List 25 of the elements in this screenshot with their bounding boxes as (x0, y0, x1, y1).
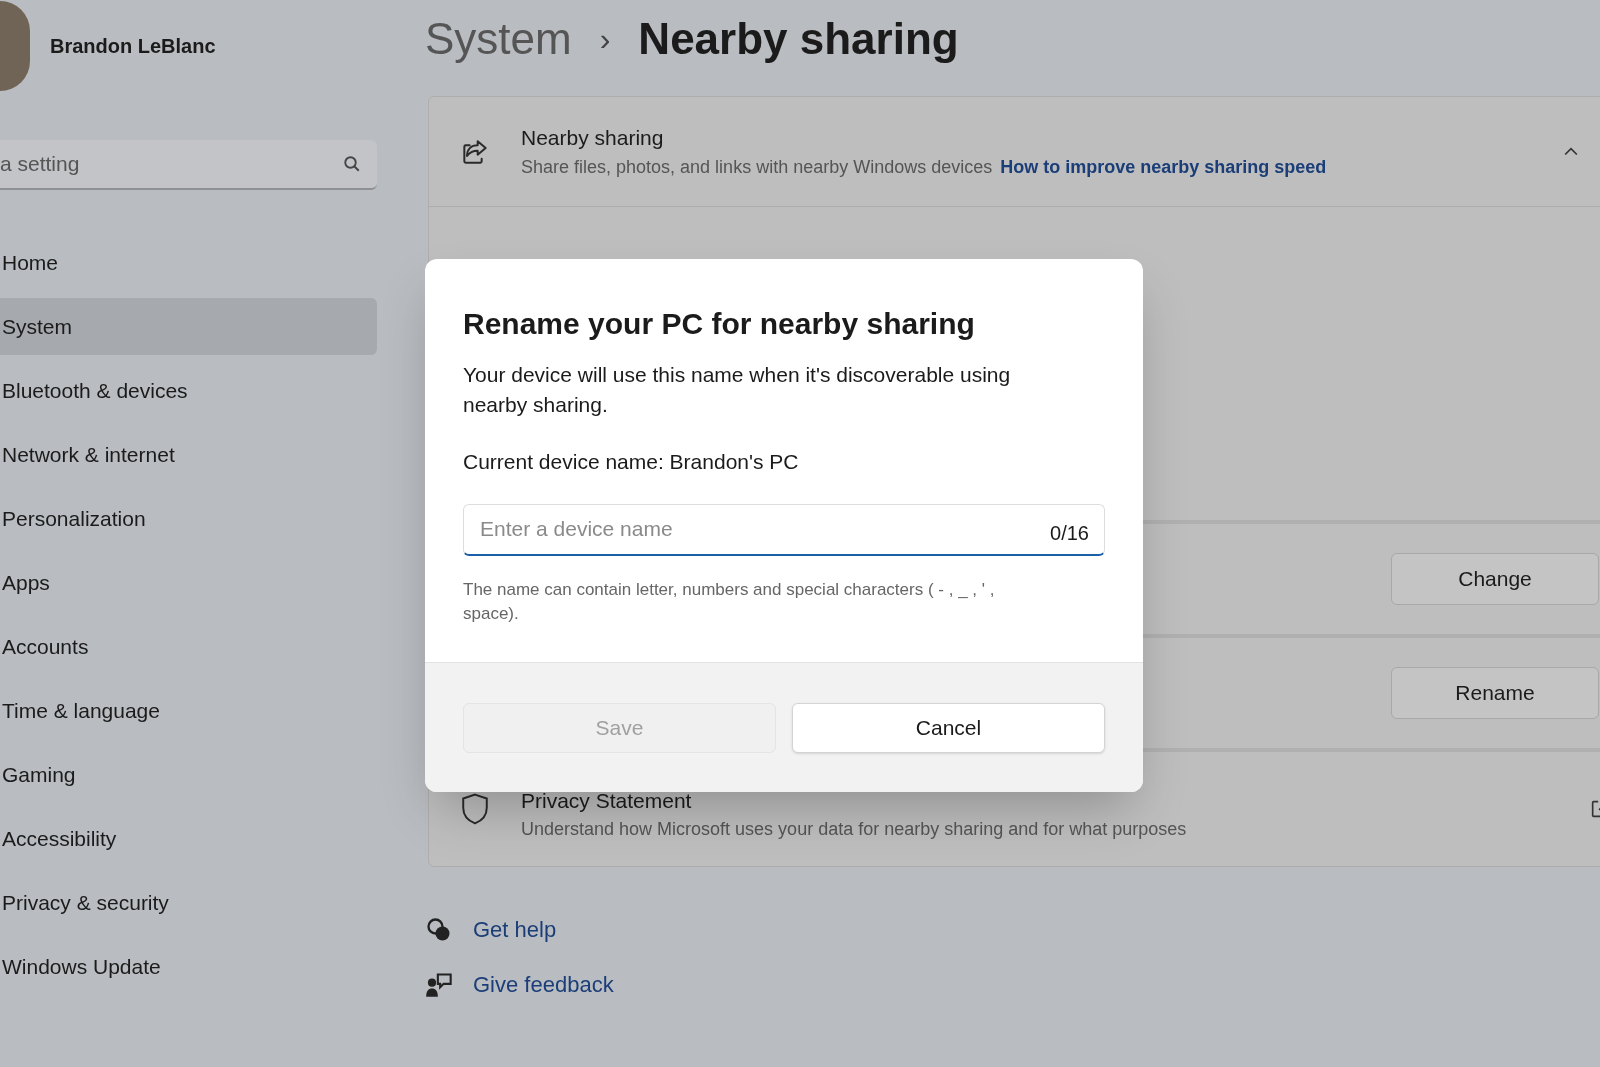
dialog-body: Your device will use this name when it's discoverable using nearby sharing. (463, 362, 1012, 418)
character-counter: 0/16 (1050, 520, 1089, 546)
help-link[interactable]: Give feedback (473, 968, 614, 1001)
change-button[interactable]: Change (1391, 553, 1599, 605)
feedback-icon (425, 970, 453, 999)
search-placeholder: a setting (0, 151, 80, 178)
privacy-title: Privacy Statement (521, 787, 693, 814)
card-title: Nearby sharing (521, 125, 665, 152)
page-title: Nearby sharing (638, 13, 959, 65)
current-device-name: Current device name: Brandon's PC (463, 449, 800, 475)
breadcrumb-separator: › (599, 20, 611, 59)
user-name: Brandon LeBlanc (50, 34, 216, 59)
breadcrumb-parent[interactable]: System (425, 6, 572, 72)
card-description: Share files, photos, and links with nearby Windows devices (521, 155, 993, 179)
nav-item[interactable]: System (0, 298, 377, 355)
cancel-button[interactable]: Cancel (792, 703, 1105, 753)
shield-icon (459, 792, 491, 826)
help-link[interactable]: Get help (473, 913, 557, 946)
dialog-title: Rename your PC for nearby sharing (463, 306, 976, 342)
privacy-description: Understand how Microsoft uses your data for nearby sharing and for what purposes (521, 818, 1188, 842)
search-icon (343, 155, 361, 173)
help-link[interactable]: How to improve nearby sharing speed (1000, 153, 1327, 181)
field-hint: The name can contain letter, numbers and special characters ( - , _ , ' , space). (463, 578, 996, 625)
search-field[interactable]: a setting (0, 140, 377, 190)
rename-button[interactable]: Rename (1391, 667, 1599, 719)
